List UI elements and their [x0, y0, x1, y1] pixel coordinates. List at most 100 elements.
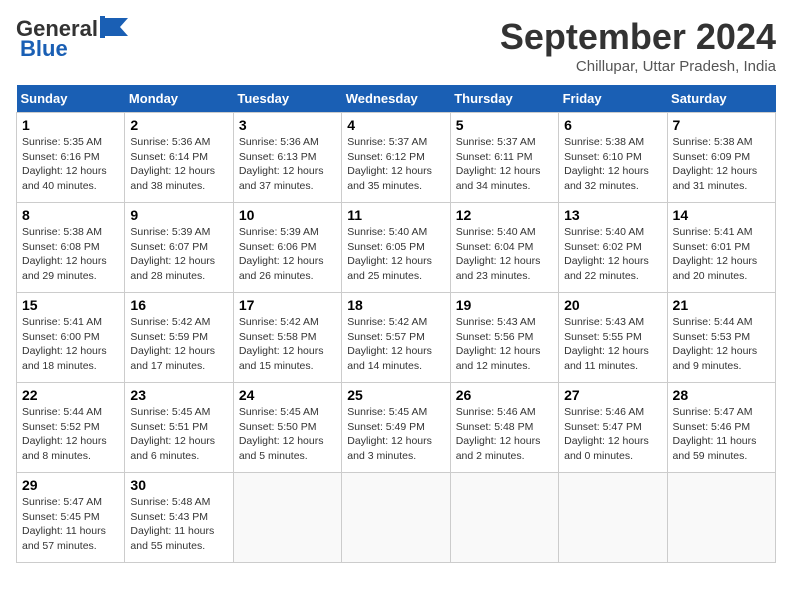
calendar-cell: 29 Sunrise: 5:47 AMSunset: 5:45 PMDayligh… [17, 473, 125, 563]
calendar-cell: 21 Sunrise: 5:44 AMSunset: 5:53 PMDayligh… [667, 293, 775, 383]
calendar-cell: 23 Sunrise: 5:45 AMSunset: 5:51 PMDayligh… [125, 383, 233, 473]
calendar-cell: 6Sunrise: 5:38 AMSunset: 6:10 PMDaylight… [559, 113, 667, 203]
day-number: 21 [673, 297, 770, 313]
calendar-week-2: 8 Sunrise: 5:38 AMSunset: 6:08 PMDaylight… [17, 203, 776, 293]
day-number: 23 [130, 387, 227, 403]
calendar-cell: 7Sunrise: 5:38 AMSunset: 6:09 PMDaylight… [667, 113, 775, 203]
day-number: 20 [564, 297, 661, 313]
title-block: September 2024 Chillupar, Uttar Pradesh,… [500, 16, 776, 75]
day-number: 8 [22, 207, 119, 223]
page-header: General Blue September 2024 Chillupar, U… [16, 16, 776, 75]
col-header-saturday: Saturday [667, 85, 775, 113]
calendar-cell: 28 Sunrise: 5:47 AMSunset: 5:46 PMDayligh… [667, 383, 775, 473]
calendar-week-1: 1 Sunrise: 5:35 AMSunset: 6:16 PMDaylight… [17, 113, 776, 203]
day-info: Sunrise: 5:38 AMSunset: 6:08 PMDaylight:… [22, 225, 119, 284]
day-info: Sunrise: 5:42 AMSunset: 5:58 PMDaylight:… [239, 315, 336, 374]
day-info: Sunrise: 5:48 AMSunset: 5:43 PMDaylight:… [130, 495, 227, 554]
calendar-cell: 25 Sunrise: 5:45 AMSunset: 5:49 PMDayligh… [342, 383, 450, 473]
day-number: 12 [456, 207, 553, 223]
calendar-cell: 8 Sunrise: 5:38 AMSunset: 6:08 PMDaylight… [17, 203, 125, 293]
day-number: 3 [239, 117, 336, 133]
day-number: 13 [564, 207, 661, 223]
day-info: Sunrise: 5:47 AMSunset: 5:45 PMDaylight:… [22, 495, 119, 554]
day-number: 4 [347, 117, 444, 133]
day-info: Sunrise: 5:43 AMSunset: 5:56 PMDaylight:… [456, 315, 553, 374]
calendar-cell: 18 Sunrise: 5:42 AMSunset: 5:57 PMDayligh… [342, 293, 450, 383]
day-info: Sunrise: 5:39 AMSunset: 6:07 PMDaylight:… [130, 225, 227, 284]
day-number: 15 [22, 297, 119, 313]
day-number: 19 [456, 297, 553, 313]
day-number: 30 [130, 477, 227, 493]
calendar-cell: 24Sunrise: 5:45 AMSunset: 5:50 PMDayligh… [233, 383, 341, 473]
calendar-cell: 10 Sunrise: 5:39 AMSunset: 6:06 PMDayligh… [233, 203, 341, 293]
calendar-cell [667, 473, 775, 563]
day-number: 28 [673, 387, 770, 403]
calendar-cell: 16 Sunrise: 5:42 AMSunset: 5:59 PMDayligh… [125, 293, 233, 383]
col-header-tuesday: Tuesday [233, 85, 341, 113]
location: Chillupar, Uttar Pradesh, India [500, 58, 776, 75]
day-number: 26 [456, 387, 553, 403]
calendar-cell: 3 Sunrise: 5:36 AMSunset: 6:13 PMDaylight… [233, 113, 341, 203]
day-info: Sunrise: 5:45 AMSunset: 5:51 PMDaylight:… [130, 405, 227, 464]
logo-blue: Blue [20, 36, 68, 62]
day-number: 2 [130, 117, 227, 133]
calendar-cell: 20 Sunrise: 5:43 AMSunset: 5:55 PMDayligh… [559, 293, 667, 383]
calendar-cell: 5 Sunrise: 5:37 AMSunset: 6:11 PMDaylight… [450, 113, 558, 203]
calendar-cell [450, 473, 558, 563]
day-number: 25 [347, 387, 444, 403]
day-number: 16 [130, 297, 227, 313]
calendar-cell: 13 Sunrise: 5:40 AMSunset: 6:02 PMDayligh… [559, 203, 667, 293]
day-number: 17 [239, 297, 336, 313]
day-number: 1 [22, 117, 119, 133]
day-number: 18 [347, 297, 444, 313]
month-title: September 2024 [500, 16, 776, 58]
day-info: Sunrise: 5:37 AMSunset: 6:11 PMDaylight:… [456, 135, 553, 194]
col-header-thursday: Thursday [450, 85, 558, 113]
day-info: Sunrise: 5:37 AMSunset: 6:12 PMDaylight:… [347, 135, 444, 194]
day-info: Sunrise: 5:46 AMSunset: 5:47 PMDaylight:… [564, 405, 661, 464]
day-info: Sunrise: 5:43 AMSunset: 5:55 PMDaylight:… [564, 315, 661, 374]
day-info: Sunrise: 5:41 AMSunset: 6:01 PMDaylight:… [673, 225, 770, 284]
day-info: Sunrise: 5:44 AMSunset: 5:53 PMDaylight:… [673, 315, 770, 374]
day-info: Sunrise: 5:40 AMSunset: 6:02 PMDaylight:… [564, 225, 661, 284]
calendar-cell: 27 Sunrise: 5:46 AMSunset: 5:47 PMDayligh… [559, 383, 667, 473]
day-info: Sunrise: 5:47 AMSunset: 5:46 PMDaylight:… [673, 405, 770, 464]
calendar-cell: 11Sunrise: 5:40 AMSunset: 6:05 PMDayligh… [342, 203, 450, 293]
calendar-cell: 26Sunrise: 5:46 AMSunset: 5:48 PMDayligh… [450, 383, 558, 473]
calendar-cell: 22 Sunrise: 5:44 AMSunset: 5:52 PMDayligh… [17, 383, 125, 473]
col-header-monday: Monday [125, 85, 233, 113]
day-info: Sunrise: 5:42 AMSunset: 5:59 PMDaylight:… [130, 315, 227, 374]
calendar-cell: 4 Sunrise: 5:37 AMSunset: 6:12 PMDaylight… [342, 113, 450, 203]
day-info: Sunrise: 5:35 AMSunset: 6:16 PMDaylight:… [22, 135, 119, 194]
day-info: Sunrise: 5:38 AMSunset: 6:10 PMDaylight:… [564, 135, 661, 194]
day-info: Sunrise: 5:39 AMSunset: 6:06 PMDaylight:… [239, 225, 336, 284]
col-header-friday: Friday [559, 85, 667, 113]
calendar-cell: 9Sunrise: 5:39 AMSunset: 6:07 PMDaylight… [125, 203, 233, 293]
calendar-header-row: SundayMondayTuesdayWednesdayThursdayFrid… [17, 85, 776, 113]
day-info: Sunrise: 5:36 AMSunset: 6:13 PMDaylight:… [239, 135, 336, 194]
calendar-table: SundayMondayTuesdayWednesdayThursdayFrid… [16, 85, 776, 563]
day-info: Sunrise: 5:42 AMSunset: 5:57 PMDaylight:… [347, 315, 444, 374]
day-number: 11 [347, 207, 444, 223]
calendar-cell: 12Sunrise: 5:40 AMSunset: 6:04 PMDayligh… [450, 203, 558, 293]
day-number: 29 [22, 477, 119, 493]
day-number: 5 [456, 117, 553, 133]
logo: General Blue [16, 16, 128, 62]
calendar-week-4: 22 Sunrise: 5:44 AMSunset: 5:52 PMDayligh… [17, 383, 776, 473]
day-info: Sunrise: 5:45 AMSunset: 5:49 PMDaylight:… [347, 405, 444, 464]
day-info: Sunrise: 5:44 AMSunset: 5:52 PMDaylight:… [22, 405, 119, 464]
day-number: 22 [22, 387, 119, 403]
calendar-cell: 30 Sunrise: 5:48 AMSunset: 5:43 PMDayligh… [125, 473, 233, 563]
day-number: 7 [673, 117, 770, 133]
day-number: 10 [239, 207, 336, 223]
calendar-cell: 17 Sunrise: 5:42 AMSunset: 5:58 PMDayligh… [233, 293, 341, 383]
calendar-cell: 1 Sunrise: 5:35 AMSunset: 6:16 PMDaylight… [17, 113, 125, 203]
calendar-body: 1 Sunrise: 5:35 AMSunset: 6:16 PMDaylight… [17, 113, 776, 563]
logo-flag-icon [100, 16, 128, 38]
calendar-week-3: 15 Sunrise: 5:41 AMSunset: 6:00 PMDayligh… [17, 293, 776, 383]
day-number: 24 [239, 387, 336, 403]
day-info: Sunrise: 5:41 AMSunset: 6:00 PMDaylight:… [22, 315, 119, 374]
col-header-wednesday: Wednesday [342, 85, 450, 113]
day-info: Sunrise: 5:36 AMSunset: 6:14 PMDaylight:… [130, 135, 227, 194]
day-number: 27 [564, 387, 661, 403]
